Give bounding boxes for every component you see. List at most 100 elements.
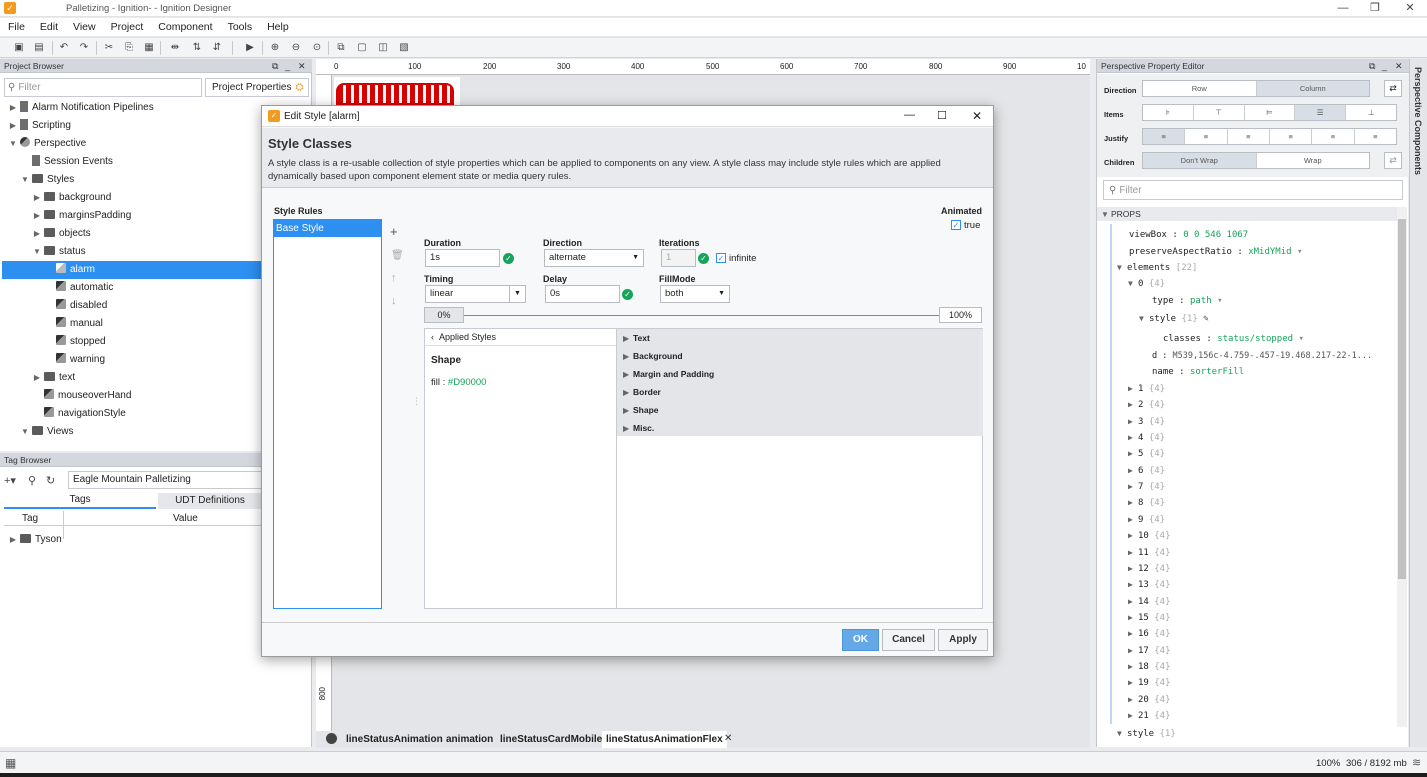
tab-linestatusanimationflex[interactable]: lineStatusAnimationFlex <box>602 731 727 748</box>
prop-element-row[interactable]: ▶ 8 {4} <box>1128 498 1165 508</box>
prop-element-row[interactable]: ▶ 18 {4} <box>1128 662 1171 672</box>
prop-element-row[interactable]: ▶ 15 {4} <box>1128 613 1171 623</box>
tree-item-perspective[interactable]: ▼ Perspective <box>8 135 86 153</box>
justify-end-icon[interactable]: ≡ <box>1228 129 1270 144</box>
close-panel-icon[interactable]: ✕ <box>1395 59 1403 73</box>
delete-icon[interactable]: ▦ <box>142 41 156 55</box>
tree-item-alarm[interactable]: alarm <box>2 261 262 279</box>
prop-element-row[interactable]: ▶ 17 {4} <box>1128 646 1171 656</box>
section-background[interactable]: ▶ Background <box>617 347 983 365</box>
prop-style[interactable]: ▼ style {1} ✎ <box>1139 314 1209 324</box>
prop-element-row[interactable]: ▶ 19 {4} <box>1128 678 1171 688</box>
close-tab-icon[interactable]: ✕ <box>724 733 732 744</box>
search-tag-icon[interactable]: ⚲ <box>28 474 36 487</box>
prop-element-row[interactable]: ▶ 10 {4} <box>1128 531 1171 541</box>
close-icon[interactable]: ✕ <box>1395 1 1425 16</box>
prop-d[interactable]: d : M539,156c-4.759-.457-19.468.217-22-1… <box>1152 351 1372 361</box>
minimize-panel-icon[interactable]: _ <box>285 59 290 73</box>
items-stretch-icon[interactable]: ☰ <box>1295 105 1347 120</box>
menu-component[interactable]: Component <box>150 18 219 33</box>
prop-element-row[interactable]: ▶ 13 {4} <box>1128 580 1171 590</box>
direction-toggle[interactable]: Row Column <box>1142 80 1370 97</box>
delay-input[interactable]: 0s <box>545 285 620 303</box>
applied-styles-header[interactable]: ‹ Applied Styles <box>425 329 616 346</box>
swap-direction-icon[interactable]: ⇄ <box>1384 80 1402 97</box>
items-align-toggle[interactable]: ⊧ ⊤ ⊨ ☰ ⊥ <box>1142 104 1397 121</box>
zoom-fit-icon[interactable]: ⊙ <box>310 41 324 55</box>
props-scrollbar[interactable] <box>1397 207 1407 727</box>
prop-element-row[interactable]: ▶ 3 {4} <box>1128 417 1165 427</box>
undo-icon[interactable]: ↶ <box>57 41 71 55</box>
cut-icon[interactable]: ✂ <box>102 41 116 55</box>
items-start-icon[interactable]: ⊧ <box>1143 105 1194 120</box>
zoom-out-icon[interactable]: ⊖ <box>289 41 303 55</box>
section-shape[interactable]: ▶ Shape <box>617 401 983 419</box>
menu-tools[interactable]: Tools <box>220 18 260 33</box>
prop-element-row[interactable]: ▶ 12 {4} <box>1128 564 1171 574</box>
refresh-icon[interactable]: ↻ <box>46 474 55 487</box>
tree-item-stopped[interactable]: stopped <box>54 333 106 351</box>
tag-provider-select[interactable]: Eagle Mountain Palletizing <box>68 471 262 489</box>
distribute-icon[interactable]: ⇹ <box>168 41 182 55</box>
tree-item-objects[interactable]: ▶ objects <box>32 225 91 243</box>
items-baseline-icon[interactable]: ⊥ <box>1346 105 1396 120</box>
align-icon[interactable]: ⇅ <box>190 41 204 55</box>
prop-viewbox[interactable]: viewBox : 0 0 546 1067 <box>1129 230 1248 240</box>
menu-view[interactable]: View <box>65 18 103 33</box>
wrap-option[interactable]: Wrap <box>1257 153 1370 168</box>
tree-item-styles[interactable]: ▼ Styles <box>20 171 74 189</box>
tab-linestatusanimation[interactable]: lineStatusAnimation <box>346 731 443 748</box>
copy-icon[interactable]: ⎘ <box>122 41 136 55</box>
prop-element-row[interactable]: ▶ 20 {4} <box>1128 695 1171 705</box>
float-icon[interactable]: ⧉ <box>272 59 278 73</box>
prop-element-row[interactable]: ▶ 9 {4} <box>1128 515 1165 525</box>
menu-help[interactable]: Help <box>259 18 296 33</box>
fillmode-select[interactable]: both ▼ <box>660 285 730 303</box>
minimize-icon[interactable]: — <box>1328 1 1358 16</box>
tree-item-manual[interactable]: manual <box>54 315 103 333</box>
prop-element-row[interactable]: ▶ 6 {4} <box>1128 466 1165 476</box>
prop-name[interactable]: name : sorterFill <box>1152 367 1244 377</box>
infinite-checkbox[interactable]: ✓ <box>716 253 726 263</box>
tree-item-text[interactable]: ▶ text <box>32 369 75 387</box>
tree-item-status[interactable]: ▼ status <box>32 243 86 261</box>
tree-item-scripting[interactable]: ▶ Scripting <box>8 117 71 135</box>
perspective-components-tab[interactable]: Perspective Components <box>1413 67 1423 175</box>
direction-select[interactable]: alternate ▼ <box>544 249 644 267</box>
tree-item-disabled[interactable]: disabled <box>54 297 107 315</box>
prop-elements[interactable]: ▼ elements [22] <box>1117 263 1197 273</box>
tab-animation[interactable]: animation <box>446 731 493 748</box>
prop-element-row[interactable]: ▶ 7 {4} <box>1128 482 1165 492</box>
delete-rule-icon[interactable]: 🗑 <box>391 250 404 261</box>
justify-center-icon[interactable]: ≡ <box>1185 129 1228 144</box>
tree-item-background[interactable]: ▶ background <box>32 189 111 207</box>
tree-item-navigation-style[interactable]: navigationStyle <box>42 405 126 423</box>
splitter-handle[interactable]: ⋮ <box>412 396 421 407</box>
justify-toggle[interactable]: ≡ ≡ ≡ ≡ ≡ ≡ <box>1142 128 1397 145</box>
section-border[interactable]: ▶ Border <box>617 383 983 401</box>
save-icon[interactable]: ▣ <box>12 41 26 55</box>
zoom-in-icon[interactable]: ⊕ <box>268 41 282 55</box>
dont-wrap-option[interactable]: Don't Wrap <box>1143 153 1257 168</box>
tab-tags[interactable]: Tags <box>4 493 156 509</box>
direction-column[interactable]: Column <box>1256 81 1369 96</box>
tree-item-mouseover-hand[interactable]: mouseoverHand <box>42 387 131 405</box>
animated-checkbox[interactable]: ✓ <box>951 220 961 230</box>
prop-element-row[interactable]: ▶ 21 {4} <box>1128 711 1171 721</box>
gc-icon[interactable]: ≋ <box>1412 756 1421 769</box>
section-misc[interactable]: ▶ Misc. <box>617 419 983 437</box>
direction-row[interactable]: Row <box>1143 81 1257 96</box>
menu-file[interactable]: File <box>0 18 32 33</box>
wrap-toggle[interactable]: Don't Wrap Wrap <box>1142 152 1370 169</box>
minimize-panel-icon[interactable]: _ <box>1382 59 1387 73</box>
close-panel-icon[interactable]: ✕ <box>298 59 306 73</box>
applied-fill-prop[interactable]: fill : #D90000 <box>431 377 486 388</box>
tab-udt-definitions[interactable]: UDT Definitions <box>158 493 262 509</box>
wrap-reverse-icon[interactable]: ⇄ <box>1384 152 1402 169</box>
props-section-header[interactable]: ▼ PROPS <box>1097 207 1397 221</box>
dialog-minimize-icon[interactable]: — <box>904 109 915 121</box>
prop-type[interactable]: type : path ▾ <box>1152 296 1222 306</box>
move-down-icon[interactable]: ↓ <box>391 295 397 307</box>
dialog-close-icon[interactable]: ✕ <box>972 109 982 123</box>
prop-element-row[interactable]: ▶ 2 {4} <box>1128 400 1165 410</box>
